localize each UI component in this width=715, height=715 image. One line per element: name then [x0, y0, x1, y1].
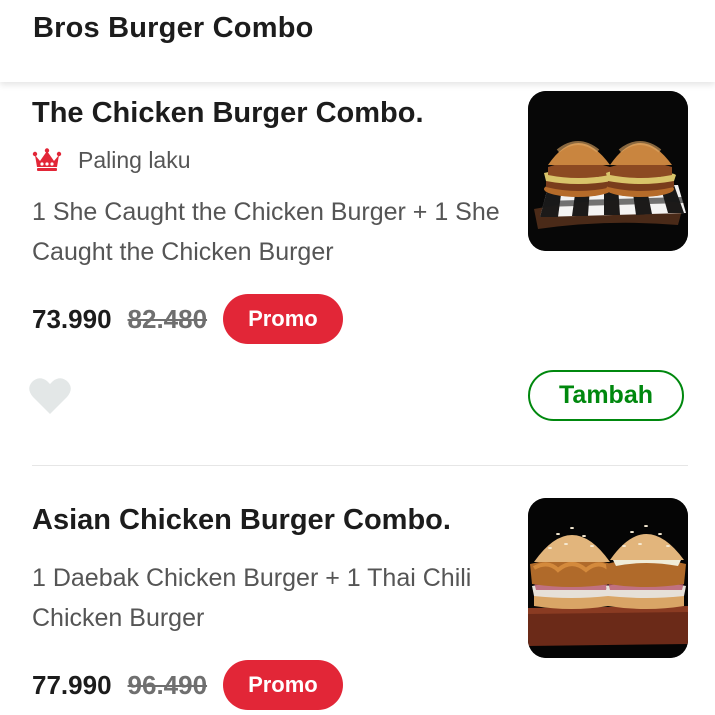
item-image[interactable] — [528, 91, 688, 251]
heart-icon[interactable] — [28, 376, 72, 416]
menu-item[interactable]: Asian Chicken Burger Combo. 1 Daebak Chi… — [0, 466, 715, 715]
current-price: 77.990 — [32, 669, 112, 700]
page-title: Bros Burger Combo — [33, 12, 314, 44]
crown-icon — [32, 148, 62, 171]
menu-screen: Bros Burger Combo The Chicken Burger Com… — [0, 0, 715, 715]
price-row: 77.990 96.490 Promo — [32, 660, 343, 710]
price-row: 73.990 82.480 Promo — [32, 294, 343, 344]
add-button[interactable]: Tambah — [528, 370, 684, 421]
promo-badge: Promo — [223, 660, 343, 710]
item-description: 1 She Caught the Chicken Burger + 1 She … — [32, 198, 500, 266]
burger-image-graphic — [528, 91, 688, 251]
item-description: 1 Daebak Chicken Burger + 1 Thai Chili C… — [32, 564, 472, 632]
burger-image-graphic — [528, 498, 688, 658]
bestseller-badge: Paling laku — [32, 145, 191, 175]
promo-badge: Promo — [223, 294, 343, 344]
current-price: 73.990 — [32, 303, 112, 334]
item-image[interactable] — [528, 498, 688, 658]
item-title: The Chicken Burger Combo. — [32, 97, 424, 129]
original-price: 82.480 — [127, 303, 208, 334]
original-price: 96.490 — [127, 669, 208, 700]
badge-label: Paling laku — [78, 146, 191, 173]
item-title: Asian Chicken Burger Combo. — [32, 504, 451, 536]
header-bar: Bros Burger Combo — [0, 0, 715, 82]
